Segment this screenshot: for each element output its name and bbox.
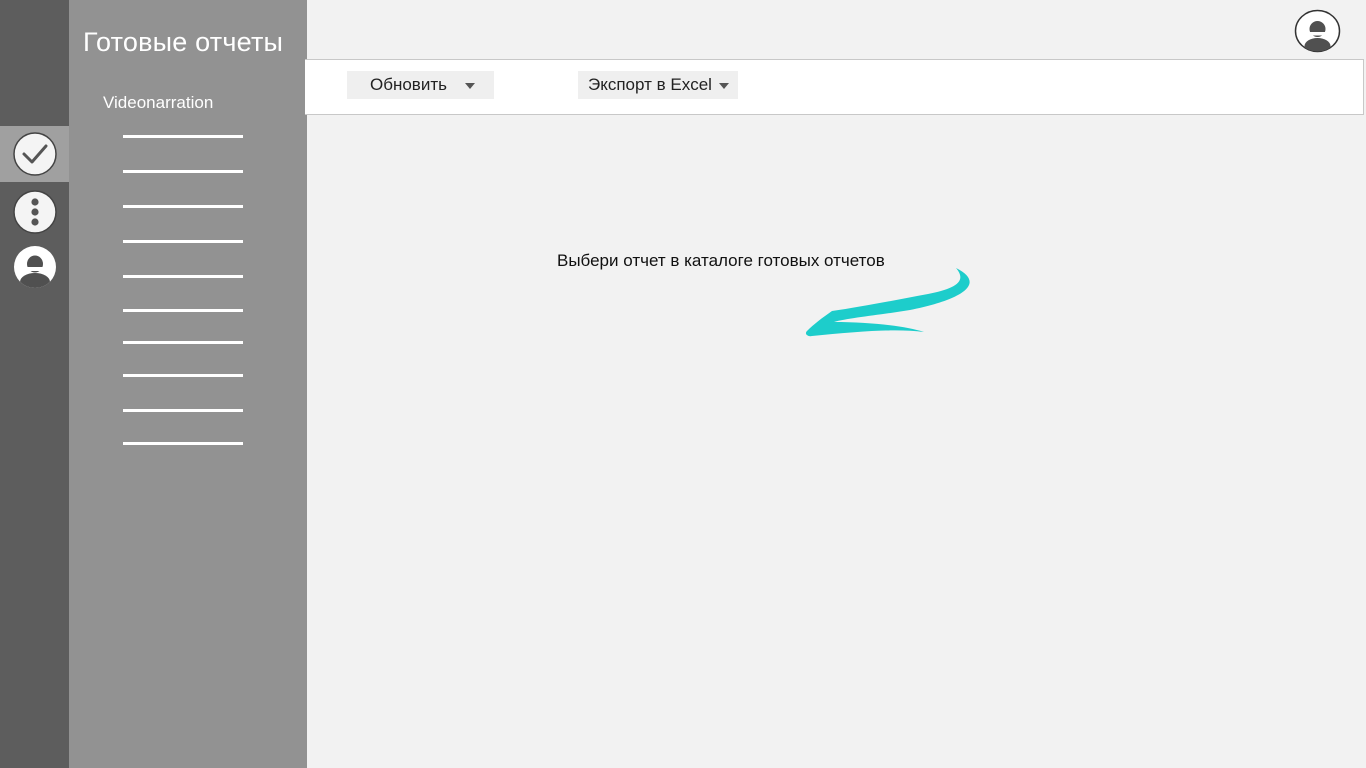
reports-sidebar: Готовые отчеты Videonarration [69, 0, 307, 768]
export-excel-dropdown-button[interactable]: Экспорт в Excel [578, 71, 738, 99]
sidebar-title: Готовые отчеты [83, 27, 284, 57]
user-circle-icon [13, 246, 56, 288]
report-list-item[interactable] [123, 341, 243, 344]
rail-more-button[interactable] [0, 189, 69, 235]
check-circle-icon [12, 132, 57, 176]
user-avatar-icon[interactable] [1294, 9, 1341, 53]
more-vertical-icon [12, 190, 57, 234]
report-group-label[interactable]: Videonarration [103, 93, 213, 113]
chevron-down-icon [718, 83, 729, 89]
report-list-item[interactable] [123, 275, 243, 278]
rail-profile-button[interactable] [0, 244, 69, 290]
report-list-item[interactable] [123, 135, 243, 138]
report-list-item[interactable] [123, 442, 243, 445]
report-list-item[interactable] [123, 409, 243, 412]
report-list-item[interactable] [123, 170, 243, 173]
refresh-label: Обновить [370, 75, 447, 94]
report-list-item[interactable] [123, 374, 243, 377]
arrow-left-icon [805, 268, 970, 337]
icon-rail [0, 0, 69, 768]
report-list-item[interactable] [123, 205, 243, 208]
rail-reports-button[interactable] [0, 126, 69, 182]
chevron-down-icon [464, 83, 475, 89]
report-list-item[interactable] [123, 240, 243, 243]
toolbar: Обновить Экспорт в Excel [305, 59, 1364, 115]
refresh-dropdown-button[interactable]: Обновить [347, 71, 494, 99]
report-list-item[interactable] [123, 309, 243, 312]
export-label: Экспорт в Excel [588, 75, 712, 94]
